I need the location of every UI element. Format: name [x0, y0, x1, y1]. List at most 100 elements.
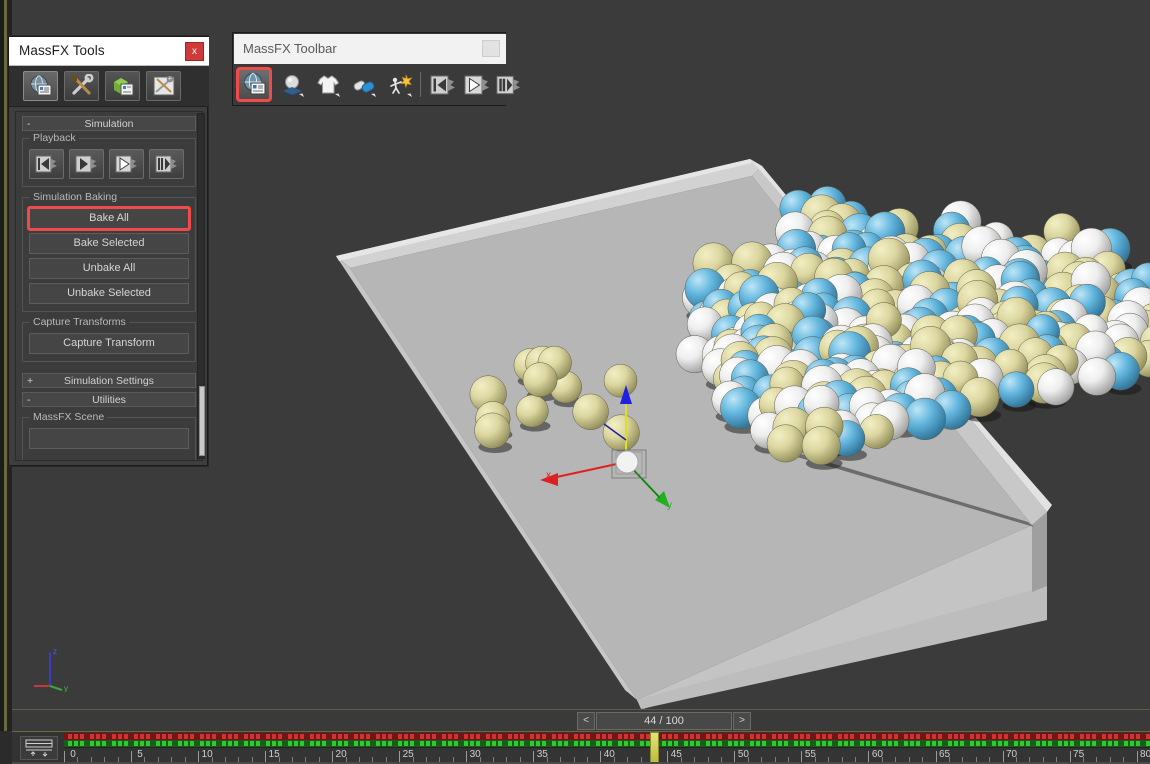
objects-tab[interactable] [105, 71, 140, 101]
play-simulation-button[interactable] [460, 69, 492, 100]
bake-selected-button[interactable]: Bake Selected [29, 233, 189, 254]
massfx-world-button[interactable] [236, 67, 272, 102]
play-simulation-button[interactable] [109, 149, 144, 179]
bake-all-button[interactable]: Bake All [27, 206, 191, 231]
keyframe-block[interactable] [988, 733, 1010, 747]
keyframe-block[interactable] [1032, 733, 1054, 747]
keyframe-block[interactable] [658, 733, 680, 747]
keyframe-block[interactable] [64, 733, 86, 747]
keyframe-block[interactable] [746, 733, 768, 747]
rollout-header-simulation[interactable]: - Simulation [22, 116, 196, 131]
step-simulation-button[interactable] [149, 149, 184, 179]
rollout-header-simulation-settings[interactable]: + Simulation Settings [22, 373, 196, 388]
massfx-panel-tabbar [9, 66, 209, 107]
keyframe-block[interactable] [328, 733, 350, 747]
keyframe-block[interactable] [460, 733, 482, 747]
keyframe-block[interactable] [504, 733, 526, 747]
prev-frame-button[interactable]: < [577, 712, 595, 730]
keyframe-block[interactable] [1010, 733, 1032, 747]
keyframe-block[interactable] [394, 733, 416, 747]
rollout-header-utilities[interactable]: - Utilities [22, 392, 196, 407]
panel-scrollbar[interactable] [197, 113, 205, 459]
massfx-toolbar-titlebar[interactable]: MassFX Toolbar [234, 34, 506, 64]
keyframe-block[interactable] [856, 733, 878, 747]
keyframe-block[interactable] [900, 733, 922, 747]
keyframe-block[interactable] [768, 733, 790, 747]
close-icon[interactable]: x [185, 42, 204, 61]
rigid-body-sphere [474, 412, 511, 449]
rigid-body-button[interactable] [276, 69, 308, 100]
minimize-icon[interactable] [482, 40, 500, 57]
keyframe-block[interactable] [218, 733, 240, 747]
unbake-selected-button[interactable]: Unbake Selected [29, 283, 189, 304]
keyframe-block[interactable] [812, 733, 834, 747]
keyframe-block[interactable] [174, 733, 196, 747]
keyframe-block[interactable] [702, 733, 724, 747]
keyframe-block[interactable] [350, 733, 372, 747]
keyframe-block[interactable] [724, 733, 746, 747]
keyframe-block[interactable] [922, 733, 944, 747]
keyframe-block[interactable] [108, 733, 130, 747]
keyframe-block[interactable] [284, 733, 306, 747]
panel-scrollbar-thumb[interactable] [199, 386, 205, 456]
world-tab[interactable] [23, 71, 58, 101]
keyframe-block[interactable] [1054, 733, 1076, 747]
keyframe-block[interactable] [790, 733, 812, 747]
reset-simulation-button[interactable] [29, 149, 64, 179]
rigid-body-sphere [766, 424, 805, 463]
next-frame-button[interactable]: > [733, 712, 751, 730]
ragdoll-button[interactable] [384, 69, 416, 100]
constraint-button[interactable] [348, 69, 380, 100]
keyframe-block[interactable] [966, 733, 988, 747]
keyframe-block[interactable] [130, 733, 152, 747]
rigid-body-sphere [572, 393, 609, 430]
ruler-label: 20 [335, 749, 347, 760]
tools-tab[interactable] [64, 71, 99, 101]
keyframe-block[interactable] [944, 733, 966, 747]
keyframe-block[interactable] [86, 733, 108, 747]
keyframe-block[interactable] [196, 733, 218, 747]
keyframe-block[interactable] [240, 733, 262, 747]
keyframe-block[interactable] [878, 733, 900, 747]
step-simulation-button[interactable] [494, 69, 521, 100]
unbake-all-button[interactable]: Unbake All [29, 258, 189, 279]
mcloth-button[interactable] [312, 69, 344, 100]
ruler-label: 50 [737, 749, 749, 760]
display-tab[interactable] [146, 71, 181, 101]
time-slider[interactable]: < 44 / 100 > [577, 712, 751, 730]
keyframe-block[interactable] [262, 733, 284, 747]
track-bar[interactable]: 0 5 10 15 20 25 30 35 40 45 50 55 60 65 70 75 80 [12, 731, 1150, 764]
keyframe-block[interactable] [834, 733, 856, 747]
keyframe-block[interactable] [680, 733, 702, 747]
keyframe-block[interactable] [614, 733, 636, 747]
animation-mode-icon[interactable] [20, 736, 58, 760]
keyframe-block[interactable] [152, 733, 174, 747]
capture-transform-button[interactable]: Capture Transform [29, 333, 189, 354]
rollout-state-icon: - [27, 118, 31, 130]
keyframe-block[interactable] [482, 733, 504, 747]
keyframe-block[interactable] [306, 733, 328, 747]
keyframe-block[interactable] [570, 733, 592, 747]
keyframe-block[interactable] [526, 733, 548, 747]
ruler-label: 55 [804, 749, 816, 760]
keyframe-block[interactable] [592, 733, 614, 747]
cube-objects-icon [113, 78, 133, 96]
keyframe-block[interactable] [438, 733, 460, 747]
keyframe-block[interactable] [1142, 733, 1150, 747]
timeline-playhead[interactable] [649, 732, 659, 764]
keyframe-block[interactable] [1120, 733, 1142, 747]
keyframe-strip[interactable] [64, 733, 1150, 747]
keyframe-block[interactable] [416, 733, 438, 747]
keyframe-block[interactable] [1076, 733, 1098, 747]
massfx-toolbar-window[interactable]: MassFX Toolbar [232, 32, 521, 106]
massfx-scene-button[interactable] [29, 428, 189, 449]
massfx-tools-panel[interactable]: MassFX Tools x - Simulation Playback Sim… [8, 36, 209, 466]
massfx-panel-titlebar[interactable]: MassFX Tools x [9, 37, 209, 66]
time-slider-label[interactable]: 44 / 100 [596, 712, 732, 730]
reset-simulation-button[interactable] [426, 69, 458, 100]
keyframe-block[interactable] [372, 733, 394, 747]
keyframe-block[interactable] [1098, 733, 1120, 747]
rigid-body-sphere [859, 414, 894, 449]
keyframe-block[interactable] [548, 733, 570, 747]
start-simulation-button[interactable] [69, 149, 104, 179]
